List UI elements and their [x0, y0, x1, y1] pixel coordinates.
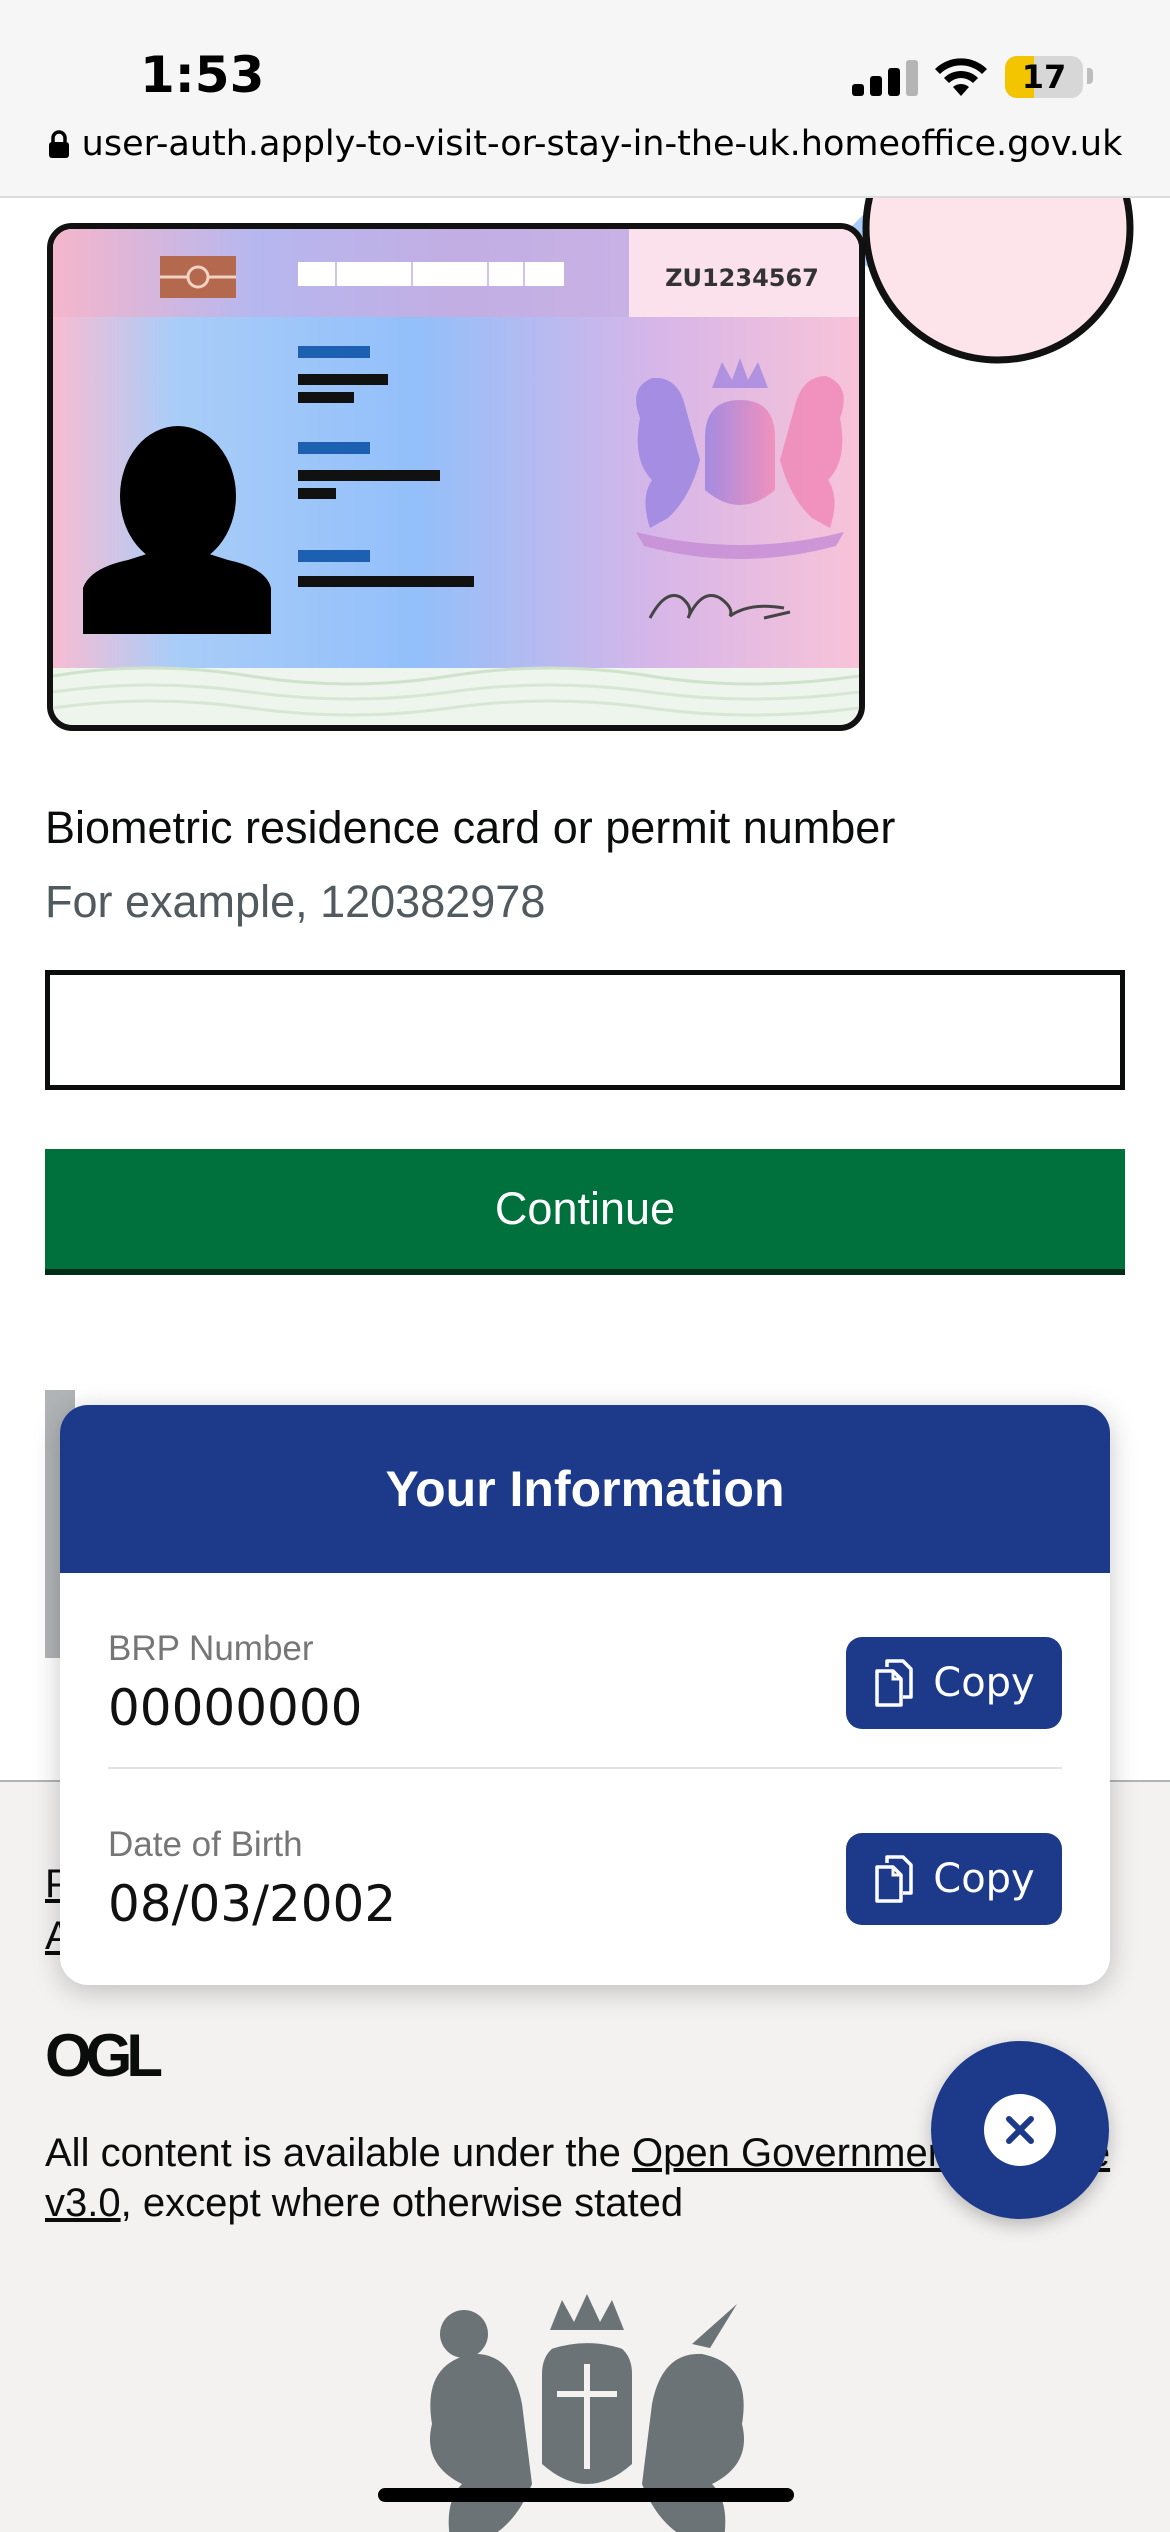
brp-number-input[interactable] — [45, 970, 1125, 1090]
copy-button-label: Copy — [933, 1660, 1035, 1706]
licence-suffix: , except where otherwise stated — [120, 2181, 684, 2225]
battery-cap — [1087, 68, 1093, 84]
wifi-icon — [935, 58, 987, 96]
brp-number-row-label: BRP Number — [108, 1629, 314, 1668]
url-text: user-auth.apply-to-visit-or-stay-in-the-… — [81, 124, 1123, 164]
copy-button-label: Copy — [933, 1856, 1035, 1902]
panel-title: Your Information — [60, 1405, 1110, 1573]
date-of-birth-row-label: Date of Birth — [108, 1825, 303, 1864]
date-of-birth-value: 08/03/2002 — [108, 1875, 397, 1933]
brp-number-label: Biometric residence card or permit numbe… — [45, 802, 896, 853]
ogl-logo-text: OGL — [45, 2026, 161, 2082]
date-of-birth-row: Date of Birth 08/03/2002 Copy — [108, 1769, 1062, 1965]
ogl-logo: OGL — [45, 2026, 167, 2082]
status-bar: 1:53 17 user-auth.apply-to-visit-or-stay… — [0, 0, 1170, 198]
brp-number-row: BRP Number 00000000 Copy — [108, 1573, 1062, 1769]
your-information-panel: Your Information BRP Number 00000000 Cop… — [60, 1405, 1110, 1985]
continue-button[interactable]: Continue — [45, 1149, 1125, 1269]
copy-icon — [875, 1659, 914, 1707]
brp-number-hint: For example, 120382978 — [45, 876, 546, 927]
battery-percentage: 17 — [1021, 58, 1067, 96]
address-bar[interactable]: user-auth.apply-to-visit-or-stay-in-the-… — [0, 124, 1170, 164]
close-icon — [1006, 2116, 1034, 2144]
copy-date-of-birth-button[interactable]: Copy — [846, 1833, 1062, 1925]
close-panel-button[interactable] — [931, 2041, 1109, 2219]
brp-card-number: ZU1234567 — [665, 264, 819, 292]
copy-icon — [875, 1855, 914, 1903]
signal-icon — [852, 60, 918, 96]
close-button-inner — [984, 2094, 1056, 2166]
brp-number-value: 00000000 — [108, 1679, 363, 1737]
licence-prefix: All content is available under the — [45, 2131, 633, 2175]
lock-icon — [48, 130, 69, 158]
copy-brp-number-button[interactable]: Copy — [846, 1637, 1062, 1729]
home-indicator[interactable] — [378, 2488, 794, 2502]
brp-card-illustration: ZU1234567 — [47, 198, 1134, 731]
battery-icon: 17 — [1005, 56, 1083, 98]
status-time: 1:53 — [140, 46, 265, 104]
